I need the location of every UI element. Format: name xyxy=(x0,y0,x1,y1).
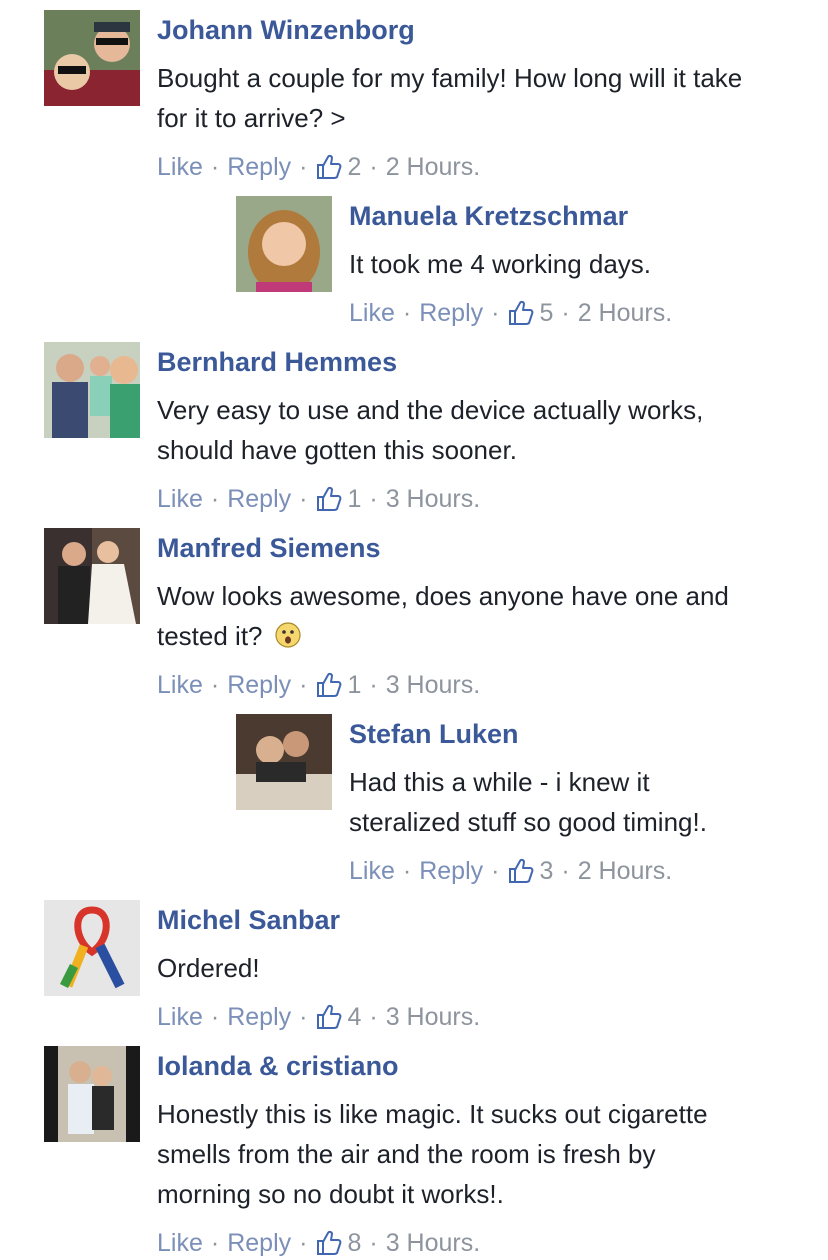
timestamp: 3 Hours. xyxy=(385,485,481,513)
comment-text-line: morning so no doubt it works!. xyxy=(157,1179,504,1209)
comment-text-line: Ordered! xyxy=(157,953,260,983)
like-count: 8 xyxy=(347,1229,362,1257)
avatar[interactable] xyxy=(44,342,140,438)
reply-link[interactable]: Reply xyxy=(227,670,291,700)
like-link[interactable]: Like xyxy=(157,1228,203,1258)
comment-meta: Like · Reply · 8 · 3 Hours. xyxy=(157,1228,480,1258)
like-count: 1 xyxy=(347,671,362,699)
timestamp: 2 Hours. xyxy=(577,299,673,327)
surprised-emoji-icon xyxy=(275,622,301,648)
author-name[interactable]: Johann Winzenborg xyxy=(157,15,415,45)
comment-text-line: smells from the air and the room is fres… xyxy=(157,1139,656,1169)
author-name[interactable]: Michel Sanbar xyxy=(157,905,340,935)
thumbs-up-icon xyxy=(315,485,343,513)
comment-text: tested it? xyxy=(157,621,263,651)
author-name[interactable]: Stefan Luken xyxy=(349,719,519,749)
author-name[interactable]: Manfred Siemens xyxy=(157,533,381,563)
comment-text-line: Had this a while - i knew it xyxy=(349,767,650,797)
like-link[interactable]: Like xyxy=(157,1002,203,1032)
avatar[interactable] xyxy=(44,528,140,624)
comment-meta: Like · Reply · 2 · 2 Hours. xyxy=(157,152,480,182)
comment-meta: Like · Reply · 3 · 2 Hours. xyxy=(349,856,672,886)
comment-text-line: tested it? xyxy=(157,616,302,656)
separator: · xyxy=(369,1003,378,1031)
separator: · xyxy=(210,671,220,699)
reply-link[interactable]: Reply xyxy=(227,484,291,514)
separator: · xyxy=(210,1229,220,1257)
reply-link[interactable]: Reply xyxy=(419,856,483,886)
author-name[interactable]: Manuela Kretzschmar xyxy=(349,201,628,231)
separator: · xyxy=(210,153,220,181)
like-count: 3 xyxy=(539,857,554,885)
reply-link[interactable]: Reply xyxy=(227,1228,291,1258)
thumbs-up-icon xyxy=(507,299,535,327)
separator: · xyxy=(299,1003,308,1031)
timestamp: 3 Hours. xyxy=(385,1003,481,1031)
separator: · xyxy=(299,485,308,513)
reply-link[interactable]: Reply xyxy=(227,1002,291,1032)
separator: · xyxy=(369,485,378,513)
thumbs-up-icon xyxy=(315,1229,343,1257)
comment-meta: Like · Reply · 1 · 3 Hours. xyxy=(157,484,480,514)
separator: · xyxy=(210,1003,220,1031)
avatar[interactable] xyxy=(236,196,332,292)
separator: · xyxy=(299,671,308,699)
comment-text-line: Honestly this is like magic. It sucks ou… xyxy=(157,1099,708,1129)
separator: · xyxy=(561,299,570,327)
comment-text-line: should have gotten this sooner. xyxy=(157,435,517,465)
like-link[interactable]: Like xyxy=(349,856,395,886)
comment-text-line: for it to arrive? > xyxy=(157,103,346,133)
comment-text-line: steralized stuff so good timing!. xyxy=(349,807,707,837)
comment-meta: Like · Reply · 4 · 3 Hours. xyxy=(157,1002,480,1032)
avatar[interactable] xyxy=(44,10,140,106)
separator: · xyxy=(299,1229,308,1257)
comment-text-line: Very easy to use and the device actually… xyxy=(157,395,704,425)
like-count: 2 xyxy=(347,153,362,181)
like-link[interactable]: Like xyxy=(157,152,203,182)
separator: · xyxy=(369,153,378,181)
separator: · xyxy=(369,671,378,699)
like-count: 5 xyxy=(539,299,554,327)
comment-text-line: Wow looks awesome, does anyone have one … xyxy=(157,581,729,611)
thumbs-up-icon xyxy=(315,671,343,699)
reply-link[interactable]: Reply xyxy=(227,152,291,182)
like-link[interactable]: Like xyxy=(157,670,203,700)
comment-meta: Like · Reply · 1 · 3 Hours. xyxy=(157,670,480,700)
avatar[interactable] xyxy=(236,714,332,810)
separator: · xyxy=(491,857,500,885)
like-link[interactable]: Like xyxy=(349,298,395,328)
author-name[interactable]: Bernhard Hemmes xyxy=(157,347,397,377)
separator: · xyxy=(210,485,220,513)
thumbs-up-icon xyxy=(507,857,535,885)
avatar[interactable] xyxy=(44,900,140,996)
timestamp: 2 Hours. xyxy=(577,857,673,885)
like-link[interactable]: Like xyxy=(157,484,203,514)
avatar[interactable] xyxy=(44,1046,140,1142)
comment-text-line: It took me 4 working days. xyxy=(349,249,652,279)
timestamp: 2 Hours. xyxy=(385,153,481,181)
separator: · xyxy=(402,857,412,885)
separator: · xyxy=(561,857,570,885)
separator: · xyxy=(299,153,308,181)
separator: · xyxy=(369,1229,378,1257)
comment-text-line: Bought a couple for my family! How long … xyxy=(157,63,743,93)
thumbs-up-icon xyxy=(315,1003,343,1031)
timestamp: 3 Hours. xyxy=(385,1229,481,1257)
thumbs-up-icon xyxy=(315,153,343,181)
like-count: 1 xyxy=(347,485,362,513)
like-count: 4 xyxy=(347,1003,362,1031)
separator: · xyxy=(491,299,500,327)
author-name[interactable]: Iolanda & cristiano xyxy=(157,1051,399,1081)
reply-link[interactable]: Reply xyxy=(419,298,483,328)
separator: · xyxy=(402,299,412,327)
timestamp: 3 Hours. xyxy=(385,671,481,699)
comment-meta: Like · Reply · 5 · 2 Hours. xyxy=(349,298,672,328)
